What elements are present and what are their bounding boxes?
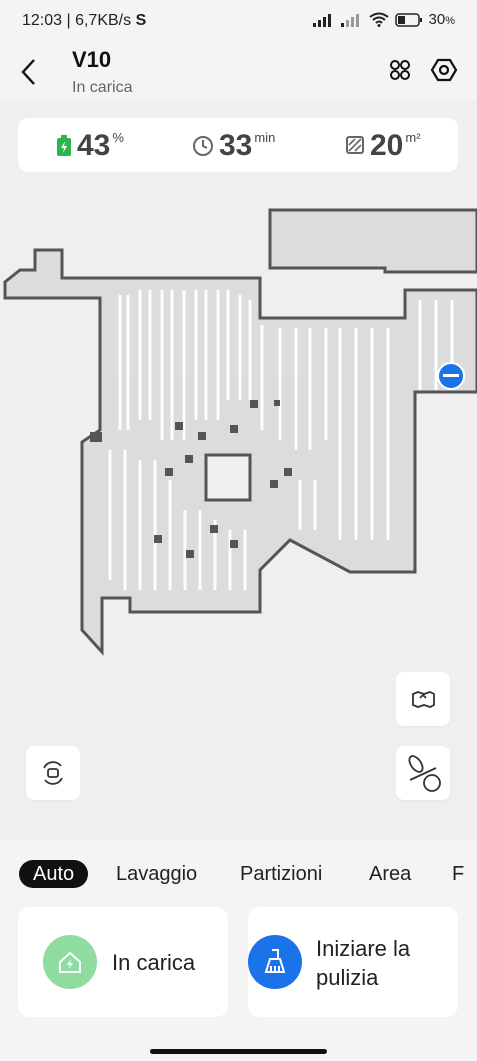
status-time-text: 12:03 | 6,7KB/s xyxy=(22,12,132,29)
status-time-speed: 12:03 | 6,7KB/s S xyxy=(22,12,146,30)
reset-view-icon xyxy=(43,761,63,785)
page-title: V10 xyxy=(72,47,112,72)
area-icon xyxy=(346,136,364,154)
home-indicator[interactable] xyxy=(150,1049,327,1054)
battery-icon xyxy=(394,12,422,27)
toggle-path-icon xyxy=(408,755,441,792)
stat-time: 33 min xyxy=(192,128,275,164)
signal-icon xyxy=(312,13,331,27)
battery-percent-unit: % xyxy=(445,15,455,27)
map-edit-button[interactable] xyxy=(396,672,450,726)
area-value: 20 xyxy=(370,129,404,162)
back-button[interactable] xyxy=(14,54,44,90)
start-label-line1: Iniziare la xyxy=(316,936,411,961)
settings-button[interactable] xyxy=(430,56,458,84)
battery-charging-icon xyxy=(57,135,71,156)
map-hole xyxy=(204,453,252,502)
map-room-top-right xyxy=(268,208,477,274)
map-area[interactable] xyxy=(0,100,477,840)
charging-card[interactable]: In carica xyxy=(18,907,228,1017)
back-arrow-icon xyxy=(21,59,35,85)
clock-icon xyxy=(193,136,213,156)
tab-auto[interactable]: Auto xyxy=(19,860,89,888)
stat-battery: 43 % xyxy=(56,128,124,164)
start-cleaning-card[interactable]: Iniziare la pulizia xyxy=(248,907,458,1017)
tab-f[interactable]: F xyxy=(452,860,464,888)
carrier-glyph: S xyxy=(135,12,147,29)
robot-marker[interactable] xyxy=(437,362,465,390)
time-unit: min xyxy=(254,130,276,145)
stat-area: 20 m² xyxy=(345,128,421,164)
grid-icon xyxy=(390,60,410,80)
page-subtitle: In carica xyxy=(72,79,133,96)
toggle-path-button[interactable] xyxy=(396,746,450,800)
start-label-line2: pulizia xyxy=(316,965,379,990)
tab-partizioni[interactable]: Partizioni xyxy=(240,860,322,888)
tab-lavaggio[interactable]: Lavaggio xyxy=(116,860,197,888)
battery-value: 43 xyxy=(77,129,111,162)
broom-icon xyxy=(248,935,302,989)
time-value: 33 xyxy=(219,129,253,162)
reset-view-button[interactable] xyxy=(26,746,80,800)
home-charge-icon xyxy=(43,935,97,989)
status-icons: 30% xyxy=(312,11,455,28)
settings-hex-icon xyxy=(430,58,458,82)
area-unit: m² xyxy=(405,130,421,145)
grid-button[interactable] xyxy=(386,56,414,84)
tab-area[interactable]: Area xyxy=(369,860,411,888)
charging-label: In carica xyxy=(112,950,196,975)
map-edit-icon xyxy=(412,691,435,708)
battery-unit: % xyxy=(112,130,124,145)
wifi-icon xyxy=(368,12,389,27)
signal-icon-2 xyxy=(340,13,359,27)
cleaning-map[interactable] xyxy=(0,100,477,840)
battery-percent: 30 xyxy=(428,11,446,28)
